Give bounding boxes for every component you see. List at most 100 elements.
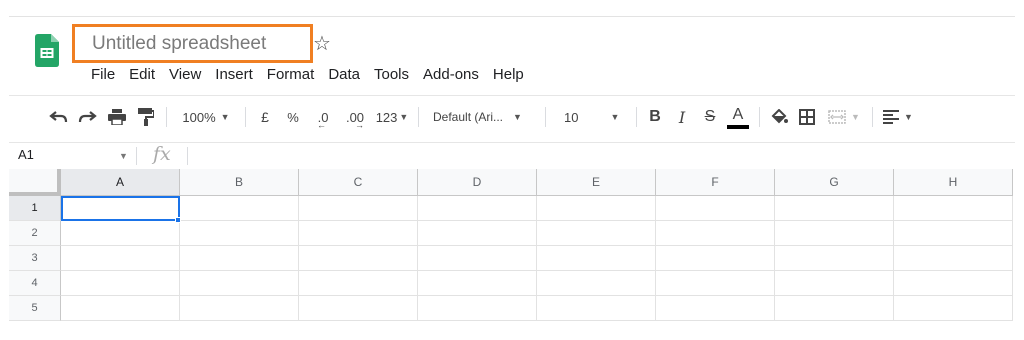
redo-icon[interactable]: [72, 105, 102, 129]
grid-cell[interactable]: [775, 221, 894, 246]
currency-button[interactable]: £: [252, 105, 278, 129]
menu-format[interactable]: Format: [260, 65, 322, 85]
chevron-down-icon[interactable]: ▼: [119, 151, 128, 161]
grid-cell[interactable]: [894, 221, 1013, 246]
grid-cell[interactable]: [61, 221, 180, 246]
font-size-value: 10: [564, 109, 579, 125]
row-header[interactable]: 2: [9, 221, 61, 246]
decrease-decimal-button[interactable]: .0 ←: [308, 105, 338, 131]
grid-cell[interactable]: [180, 271, 299, 296]
grid-cell[interactable]: [61, 246, 180, 271]
menu-insert[interactable]: Insert: [208, 65, 260, 85]
row-header[interactable]: 1: [9, 196, 61, 221]
row-header[interactable]: 4: [9, 271, 61, 296]
grid-cell[interactable]: [61, 271, 180, 296]
font-family-select[interactable]: Default (Ari... ▼: [425, 105, 539, 129]
grid-cell[interactable]: [537, 246, 656, 271]
menu-data[interactable]: Data: [321, 65, 367, 85]
merge-cells-icon[interactable]: ▼: [822, 105, 866, 129]
chevron-down-icon: ▼: [220, 112, 230, 122]
percent-button[interactable]: %: [278, 105, 308, 129]
grid-cell[interactable]: [299, 246, 418, 271]
grid-cell[interactable]: [537, 296, 656, 321]
column-header[interactable]: E: [537, 169, 656, 196]
toolbar-divider: [9, 95, 1015, 96]
toolbar-separator: [636, 107, 637, 127]
column-header[interactable]: G: [775, 169, 894, 196]
toolbar-separator: [166, 107, 167, 127]
grid-cell[interactable]: [299, 271, 418, 296]
grid-cell[interactable]: [418, 196, 537, 221]
grid-cell[interactable]: [894, 271, 1013, 296]
document-title-input[interactable]: Untitled spreadsheet: [72, 24, 313, 63]
grid-cell[interactable]: [299, 221, 418, 246]
increase-decimal-button[interactable]: .00 →: [338, 105, 372, 131]
row-header[interactable]: 3: [9, 246, 61, 271]
zoom-value: 100%: [182, 109, 216, 125]
menu-add-ons[interactable]: Add-ons: [416, 65, 486, 85]
fill-color-icon[interactable]: [766, 105, 792, 129]
menu-view[interactable]: View: [162, 65, 208, 85]
print-icon[interactable]: [102, 105, 132, 129]
grid-cell[interactable]: [418, 296, 537, 321]
grid-cell[interactable]: [537, 221, 656, 246]
select-all-corner[interactable]: [9, 169, 61, 196]
chevron-down-icon: ▼: [851, 112, 860, 122]
undo-icon[interactable]: [46, 105, 72, 129]
grid-cell[interactable]: [180, 221, 299, 246]
menu-tools[interactable]: Tools: [367, 65, 416, 85]
row-header[interactable]: 5: [9, 296, 61, 321]
star-icon[interactable]: ☆: [313, 33, 331, 55]
grid-cell[interactable]: [894, 246, 1013, 271]
grid-cell[interactable]: [656, 246, 775, 271]
grid-cell[interactable]: [775, 296, 894, 321]
menu-edit[interactable]: Edit: [122, 65, 162, 85]
bold-button[interactable]: B: [643, 105, 667, 129]
borders-icon[interactable]: [792, 105, 822, 129]
fill-handle[interactable]: [175, 217, 181, 223]
menu-file[interactable]: File: [84, 65, 122, 85]
grid-cell[interactable]: [299, 296, 418, 321]
column-header[interactable]: B: [180, 169, 299, 196]
font-family-value: Default (Ari...: [433, 110, 504, 124]
grid-cell[interactable]: [775, 246, 894, 271]
column-header[interactable]: C: [299, 169, 418, 196]
menu-help[interactable]: Help: [486, 65, 531, 85]
text-color-button[interactable]: A: [723, 105, 753, 129]
google-sheets-icon[interactable]: [35, 34, 59, 67]
column-header[interactable]: H: [894, 169, 1013, 196]
italic-button[interactable]: I: [667, 105, 697, 129]
grid-cell[interactable]: [180, 196, 299, 221]
strikethrough-button[interactable]: S: [697, 105, 723, 129]
font-size-select[interactable]: 10 ▼: [552, 105, 630, 129]
column-header[interactable]: F: [656, 169, 775, 196]
name-box[interactable]: A1: [18, 147, 34, 162]
grid-cell[interactable]: [775, 271, 894, 296]
grid-cell[interactable]: [656, 296, 775, 321]
column-header[interactable]: D: [418, 169, 537, 196]
grid-cell[interactable]: [537, 271, 656, 296]
toolbar: 100% ▼ £ % .0 ← .00 → 123 ▼ Default (Ari..…: [46, 104, 917, 130]
grid-cell[interactable]: [537, 196, 656, 221]
grid-cell[interactable]: [656, 271, 775, 296]
active-cell-selection[interactable]: [61, 196, 180, 221]
grid-cell[interactable]: [775, 196, 894, 221]
zoom-select[interactable]: 100% ▼: [173, 105, 239, 129]
grid-cell[interactable]: [418, 271, 537, 296]
grid-cell[interactable]: [61, 296, 180, 321]
column-header[interactable]: A: [61, 169, 180, 196]
grid-cell[interactable]: [894, 196, 1013, 221]
grid-cell[interactable]: [180, 296, 299, 321]
grid-cell[interactable]: [894, 296, 1013, 321]
grid-cell[interactable]: [418, 221, 537, 246]
grid-cell[interactable]: [656, 196, 775, 221]
grid-cell[interactable]: [299, 196, 418, 221]
grid-cell[interactable]: [180, 246, 299, 271]
spreadsheet-grid: ABCDEFGH 12345: [9, 169, 1015, 321]
align-icon[interactable]: ▼: [879, 105, 917, 129]
grid-cell[interactable]: [418, 246, 537, 271]
text-color-label: A: [732, 106, 744, 123]
grid-cell[interactable]: [656, 221, 775, 246]
more-formats-button[interactable]: 123 ▼: [372, 105, 412, 129]
paint-format-icon[interactable]: [132, 105, 160, 129]
